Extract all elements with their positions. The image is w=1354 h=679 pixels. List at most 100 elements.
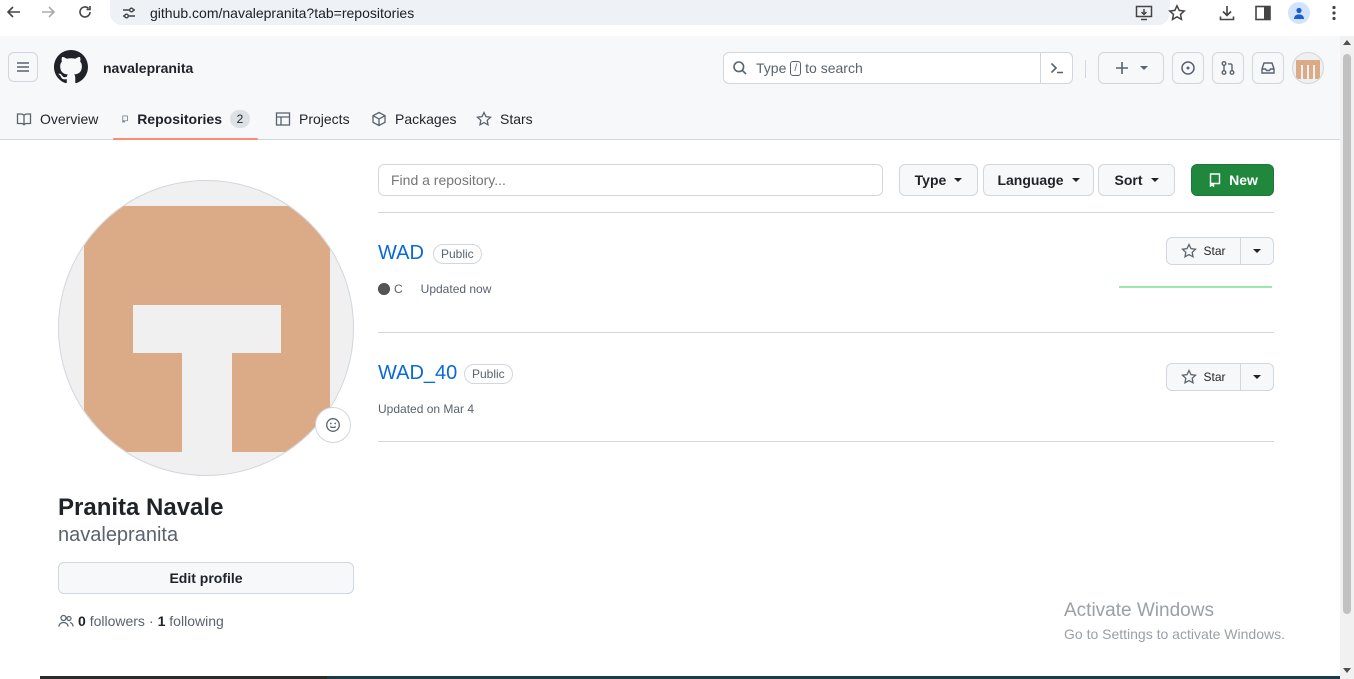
inbox-icon <box>1261 62 1275 74</box>
bookmark-star-icon[interactable] <box>1168 0 1186 26</box>
type-filter-label: Type <box>914 172 947 188</box>
install-app-icon[interactable] <box>1135 0 1153 26</box>
star-list-dropdown[interactable] <box>1241 363 1274 391</box>
git-pull-request-icon <box>1221 61 1235 75</box>
repo-updated: Updated on Mar 4 <box>378 402 475 416</box>
forward-icon[interactable] <box>36 0 60 24</box>
address-bar[interactable]: github.com/navalepranita?tab=repositorie… <box>110 0 1170 25</box>
page-scrollbar[interactable] <box>1340 36 1354 679</box>
table-icon <box>275 112 291 126</box>
pull-requests-button[interactable] <box>1212 52 1244 84</box>
sort-filter-label: Sort <box>1114 172 1143 188</box>
global-search-input[interactable]: Type / to search <box>723 52 1073 84</box>
star-label: Star <box>1203 370 1226 384</box>
followers-count: 0 <box>78 613 86 629</box>
issues-button[interactable] <box>1172 52 1204 84</box>
side-panel-icon[interactable] <box>1254 0 1272 26</box>
repo-meta: Updated on Mar 4 <box>378 402 474 416</box>
repositories-count-badge: 2 <box>230 110 250 128</box>
hamburger-menu-button[interactable] <box>8 52 38 82</box>
book-icon <box>16 113 32 126</box>
tab-overview[interactable]: Overview <box>16 98 98 140</box>
browser-toolbar: github.com/navalepranita?tab=repositorie… <box>0 0 1354 36</box>
people-icon <box>58 614 74 627</box>
new-repository-label: New <box>1229 172 1258 188</box>
repo-updated: Updated now <box>420 282 492 296</box>
inbox-button[interactable] <box>1252 52 1284 84</box>
repo-name-link[interactable]: WAD_40 <box>378 362 457 385</box>
scroll-up-icon[interactable] <box>1343 40 1351 45</box>
download-icon[interactable] <box>1218 0 1236 26</box>
following-link[interactable]: 1 following <box>158 613 224 629</box>
repo-visibility-badge: Public <box>464 364 513 384</box>
language-filter-button[interactable]: Language <box>983 164 1094 196</box>
command-palette-icon[interactable] <box>1040 53 1072 83</box>
search-suffix: to search <box>805 60 863 76</box>
repo-star-group: Star <box>1166 363 1274 391</box>
scroll-down-icon[interactable] <box>1343 668 1351 673</box>
set-status-button[interactable] <box>315 407 351 443</box>
star-icon <box>1181 369 1198 385</box>
repo-name-link[interactable]: WAD <box>378 242 424 265</box>
profile-full-name: Pranita Navale <box>58 494 224 521</box>
create-new-button[interactable] <box>1098 52 1164 84</box>
tab-stars[interactable]: Stars <box>476 98 533 140</box>
kebab-menu-icon[interactable] <box>1328 0 1340 26</box>
chevron-down-icon <box>1150 178 1159 182</box>
divider <box>378 441 1274 442</box>
tab-stars-label: Stars <box>500 111 533 127</box>
type-filter-button[interactable]: Type <box>899 164 978 196</box>
chevron-down-icon <box>1253 249 1261 253</box>
activate-windows-title: Activate Windows <box>1064 600 1214 621</box>
divider <box>378 332 1274 333</box>
tab-packages[interactable]: Packages <box>371 98 456 140</box>
tab-overview-label: Overview <box>40 111 99 127</box>
tab-projects[interactable]: Projects <box>275 98 350 140</box>
user-avatar-top[interactable] <box>1292 52 1324 84</box>
language-filter-label: Language <box>997 172 1064 188</box>
tab-repositories[interactable]: Repositories 2 <box>113 98 258 140</box>
header-divider <box>1085 60 1086 78</box>
follow-separator: · <box>148 613 154 629</box>
site-info-icon[interactable] <box>120 4 138 22</box>
search-icon <box>733 61 747 75</box>
header-username[interactable]: navalepranita <box>103 60 193 76</box>
new-repository-button[interactable]: New <box>1191 164 1274 196</box>
activate-windows-subtitle: Go to Settings to activate Windows. <box>1064 626 1285 642</box>
following-count: 1 <box>157 613 166 629</box>
chevron-down-icon <box>954 178 963 182</box>
chevron-down-icon <box>1253 375 1261 379</box>
tab-repositories-label: Repositories <box>137 111 222 127</box>
smiley-icon <box>326 418 340 432</box>
issue-opened-icon <box>1181 61 1195 75</box>
reload-icon[interactable] <box>73 0 97 24</box>
chevron-down-icon <box>1071 178 1080 182</box>
profile-avatar[interactable] <box>58 180 354 476</box>
repo-meta: C Updated now <box>378 282 491 296</box>
star-button[interactable]: Star <box>1166 363 1241 391</box>
repo-icon <box>1209 173 1221 188</box>
url-text: github.com/navalepranita?tab=repositorie… <box>150 4 415 21</box>
star-icon <box>476 111 492 127</box>
find-repository-input[interactable] <box>378 164 883 196</box>
package-icon <box>372 111 386 127</box>
followers-link[interactable]: 0 followers <box>78 613 145 629</box>
chevron-down-icon <box>1140 66 1148 70</box>
profile-login: navalepranita <box>58 524 179 546</box>
profile-icon[interactable] <box>1288 0 1310 26</box>
menu-icon <box>17 62 29 72</box>
scrollbar-thumb[interactable] <box>1343 54 1351 614</box>
language-color-dot <box>378 283 390 295</box>
github-header: navalepranita Type / to search Overview … <box>0 36 1340 140</box>
followers-label: followers <box>89 613 145 629</box>
star-button[interactable]: Star <box>1166 237 1241 265</box>
github-logo-icon[interactable] <box>54 50 88 84</box>
following-label: following <box>169 613 224 629</box>
sort-filter-button[interactable]: Sort <box>1098 164 1175 196</box>
profile-tabs: Overview Repositories 2 Projects Package… <box>0 98 1340 140</box>
search-prefix: Type <box>756 60 787 76</box>
tab-projects-label: Projects <box>299 111 350 127</box>
back-icon[interactable] <box>2 0 26 24</box>
star-list-dropdown[interactable] <box>1241 237 1274 265</box>
edit-profile-button[interactable]: Edit profile <box>58 562 354 594</box>
